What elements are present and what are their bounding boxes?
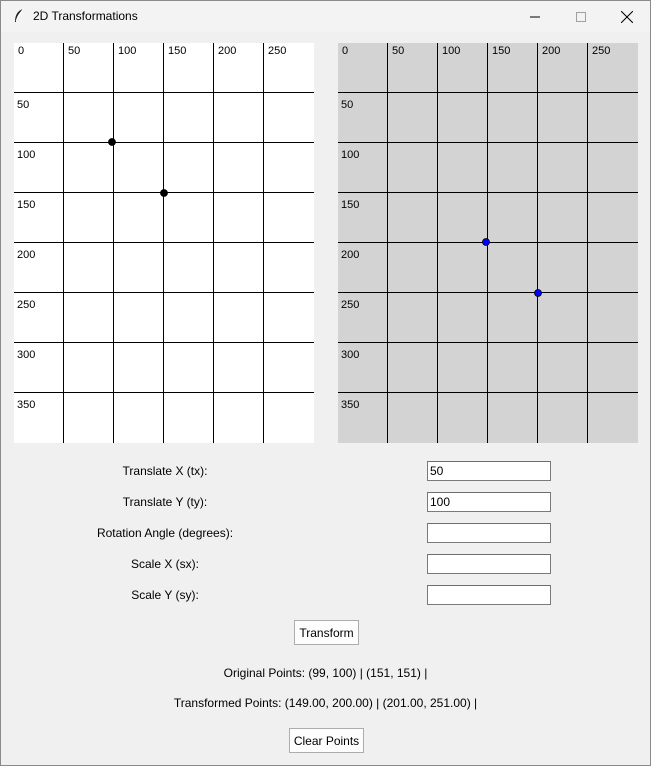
app-window: 2D Transformations 0 50 100 150 200 250 50 100 1… [0,0,651,766]
maximize-button[interactable] [558,1,604,32]
original-y-tick-label: 250 [17,299,35,311]
transformed-y-tick-label: 250 [341,299,359,311]
transformed-point [534,289,542,297]
transformed-x-tick-label: 250 [592,45,610,57]
rotation-input[interactable] [427,523,551,543]
transformed-x-tick-label: 50 [392,45,404,57]
transformed-x-tick-label: 150 [492,45,510,57]
close-button[interactable] [604,1,650,32]
original-canvas-svg[interactable]: 0 50 100 150 200 250 50 100 150 200 250 300 350 [14,43,314,443]
title-bar[interactable]: 2D Transformations [1,1,650,32]
sy-input[interactable] [427,585,551,605]
tx-label: Translate X (tx): [122,464,208,478]
original-x-tick-label: 50 [68,45,80,57]
window-title: 2D Transformations [33,9,138,23]
sx-input[interactable] [427,554,551,574]
transformed-point [482,238,490,246]
maximize-icon [576,11,586,22]
original-x-tick-label: 250 [268,45,286,57]
transformed-canvas-svg[interactable]: 0 50 100 150 200 250 50 100 150 200 250 300 350 [338,43,638,443]
original-point [108,138,116,146]
transformed-x-tick-label: 200 [542,45,560,57]
original-y-tick-label: 300 [17,349,35,361]
feather-icon [15,8,24,22]
minimize-button[interactable] [512,1,558,32]
original-y-tick-label: 150 [17,199,35,211]
transformed-canvas[interactable]: 0 50 100 150 200 250 50 100 150 200 250 300 350 [338,43,638,443]
transformed-y-tick-label: 350 [341,399,359,411]
transformed-y-tick-label: 300 [341,349,359,361]
transformed-x-tick-label: 0 [342,45,348,57]
tx-input[interactable] [427,461,551,481]
rotation-label: Rotation Angle (degrees): [96,526,234,540]
transformed-x-tick-label: 100 [442,45,460,57]
minimize-icon [530,16,540,17]
clear-points-button[interactable]: Clear Points [289,728,364,753]
original-y-tick-label: 100 [17,149,35,161]
transformed-y-tick-label: 100 [341,149,359,161]
close-icon [621,10,633,23]
transformed-y-tick-label: 50 [341,99,353,111]
original-canvas[interactable]: 0 50 100 150 200 250 50 100 150 200 250 300 350 [14,43,314,443]
transformed-y-tick-label: 150 [341,199,359,211]
original-y-tick-label: 350 [17,399,35,411]
ty-input[interactable] [427,492,551,512]
original-x-tick-label: 150 [168,45,186,57]
original-point [160,189,168,197]
ty-label: Translate Y (ty): [122,495,208,509]
transform-button[interactable]: Transform [294,620,359,645]
original-points-text: Original Points: (99, 100) | (151, 151) … [223,666,428,680]
sx-label: Scale X (sx): [130,557,199,571]
original-x-tick-label: 100 [118,45,136,57]
sy-label: Scale Y (sy): [131,588,199,602]
original-y-tick-label: 50 [17,99,29,111]
original-x-tick-label: 200 [218,45,236,57]
original-x-tick-label: 0 [18,45,24,57]
transformed-points-text: Transformed Points: (149.00, 200.00) | (… [173,696,478,710]
original-y-tick-label: 200 [17,249,35,261]
transformed-y-tick-label: 200 [341,249,359,261]
